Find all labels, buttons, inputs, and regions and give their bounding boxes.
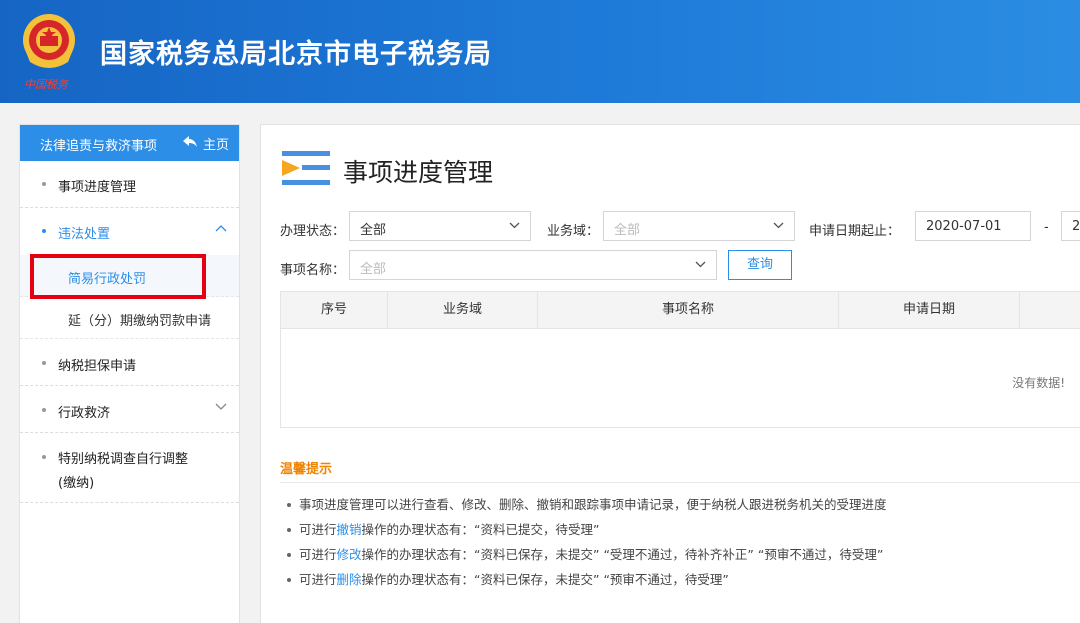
sidebar-item-admin-relief[interactable]: 行政救济 [20, 386, 239, 433]
chevron-down-icon [215, 400, 227, 414]
emblem-text: 中国税务 [24, 78, 68, 91]
date-range-label: 申请日期起止： [809, 224, 901, 239]
chevron-up-icon [215, 221, 227, 235]
tips-divider [280, 482, 1080, 483]
sidebar-item-label: 违法处置 [58, 227, 111, 242]
item-name-select[interactable]: 全部 [349, 250, 717, 280]
red-highlight-annotation [30, 254, 206, 299]
bullet-icon [42, 182, 46, 186]
query-button[interactable]: 查询 [728, 250, 792, 280]
tip-link-modify[interactable]: 修改 [337, 547, 362, 562]
sidebar-item-progress[interactable]: 事项进度管理 [20, 161, 239, 208]
chevron-down-icon [695, 255, 706, 278]
bullet-icon [287, 502, 291, 507]
bullet-icon [42, 455, 46, 459]
sidebar-item-label: 事项进度管理 [58, 180, 137, 195]
chevron-down-icon [509, 216, 520, 239]
sidebar-subitem-deferred-fine[interactable]: 延（分）期缴纳罚款申请 [20, 297, 239, 339]
tip-item: 可进行修改操作的办理状态有：“资料已保存，未提交” “受理不通过，待补齐补正” … [287, 544, 883, 563]
bullet-icon [287, 527, 291, 532]
home-link[interactable]: 主页 [182, 134, 229, 153]
site-header: 中国税务 国家税务总局北京市电子税务局 [0, 0, 1080, 103]
back-arrow-icon [182, 135, 197, 152]
domain-label: 业务域： [547, 224, 600, 239]
sidebar-item-special-investigation[interactable]: 特别纳税调查自行调整 (缴纳) [20, 433, 239, 503]
sidebar-header: 法律追责与救济事项 主页 [20, 125, 239, 161]
tip-text: 操作的办理状态有：“资料已提交，待受理” [361, 522, 600, 537]
sidebar-item-label: 行政救济 [58, 406, 111, 421]
date-separator: - [1044, 220, 1049, 235]
item-name-label: 事项名称： [280, 263, 346, 278]
column-header-domain[interactable]: 业务域 [388, 292, 538, 328]
page-title: 事项进度管理 [343, 158, 494, 187]
date-from-input[interactable]: 2020-07-01 [915, 211, 1031, 241]
tip-item: 可进行撤销操作的办理状态有：“资料已提交，待受理” [287, 519, 599, 538]
tip-text: 事项进度管理可以进行查看、修改、删除、撤销和跟踪事项申请记录，便于纳税人跟进税务… [299, 497, 887, 512]
bullet-icon [287, 577, 291, 582]
chevron-down-icon [773, 216, 784, 239]
status-select-value: 全部 [360, 223, 387, 238]
bullet-icon [287, 552, 291, 557]
tip-item: 可进行删除操作的办理状态有：“资料已保存，未提交” “预审不通过，待受理” [287, 569, 729, 588]
tip-text: 可进行 [299, 547, 337, 562]
list-title-icon [282, 149, 330, 191]
tip-text: 操作的办理状态有：“资料已保存，未提交” “受理不通过，待补齐补正” “预审不通… [361, 547, 884, 562]
empty-table-message: 没有数据! [1012, 376, 1065, 390]
domain-select-placeholder: 全部 [614, 223, 641, 238]
sidebar-title: 法律追责与救济事项 [40, 139, 158, 154]
tip-link-delete[interactable]: 删除 [337, 572, 362, 587]
status-select[interactable]: 全部 [349, 211, 531, 241]
site-title: 国家税务总局北京市电子税务局 [100, 39, 492, 70]
column-header-apply-date[interactable]: 申请日期 [839, 292, 1020, 328]
date-to-input[interactable]: 2 [1061, 211, 1080, 241]
sidebar-subitem-label: 延（分）期缴纳罚款申请 [68, 314, 212, 329]
column-header-item-name[interactable]: 事项名称 [538, 292, 839, 328]
column-header-index[interactable]: 序号 [281, 292, 388, 328]
domain-select[interactable]: 全部 [603, 211, 795, 241]
sidebar-item-label: 纳税担保申请 [58, 359, 137, 374]
tax-emblem-logo: 中国税务 [18, 10, 80, 94]
tip-text: 可进行 [299, 522, 337, 537]
tip-item: 事项进度管理可以进行查看、修改、删除、撤销和跟踪事项申请记录，便于纳税人跟进税务… [287, 494, 887, 513]
table-body: 没有数据! [280, 328, 1080, 428]
sidebar: 法律追责与救济事项 主页 事项进度管理 违法处置 简易行政处罚 延（分）期缴纳罚… [19, 124, 240, 623]
table-header: 序号 业务域 事项名称 申请日期 [280, 291, 1080, 329]
bullet-icon [42, 361, 46, 365]
status-label: 办理状态： [280, 224, 346, 239]
sidebar-item-guarantee[interactable]: 纳税担保申请 [20, 339, 239, 386]
home-label: 主页 [202, 138, 229, 153]
bullet-icon [42, 408, 46, 412]
sidebar-item-violation[interactable]: 违法处置 [20, 208, 239, 255]
item-name-placeholder: 全部 [360, 262, 387, 277]
tip-link-revoke[interactable]: 撤销 [337, 522, 362, 537]
tips-title: 温馨提示 [280, 462, 333, 477]
bullet-icon [42, 229, 46, 233]
main-panel: 事项进度管理 办理状态： 全部 业务域： 全部 申请日期起止： 2020-07-… [260, 124, 1080, 623]
tip-text: 可进行 [299, 572, 337, 587]
sidebar-item-label: 特别纳税调查自行调整 [58, 452, 189, 467]
tip-text: 操作的办理状态有：“资料已保存，未提交” “预审不通过，待受理” [361, 572, 729, 587]
sidebar-item-label-line2: (缴纳) [58, 476, 95, 491]
